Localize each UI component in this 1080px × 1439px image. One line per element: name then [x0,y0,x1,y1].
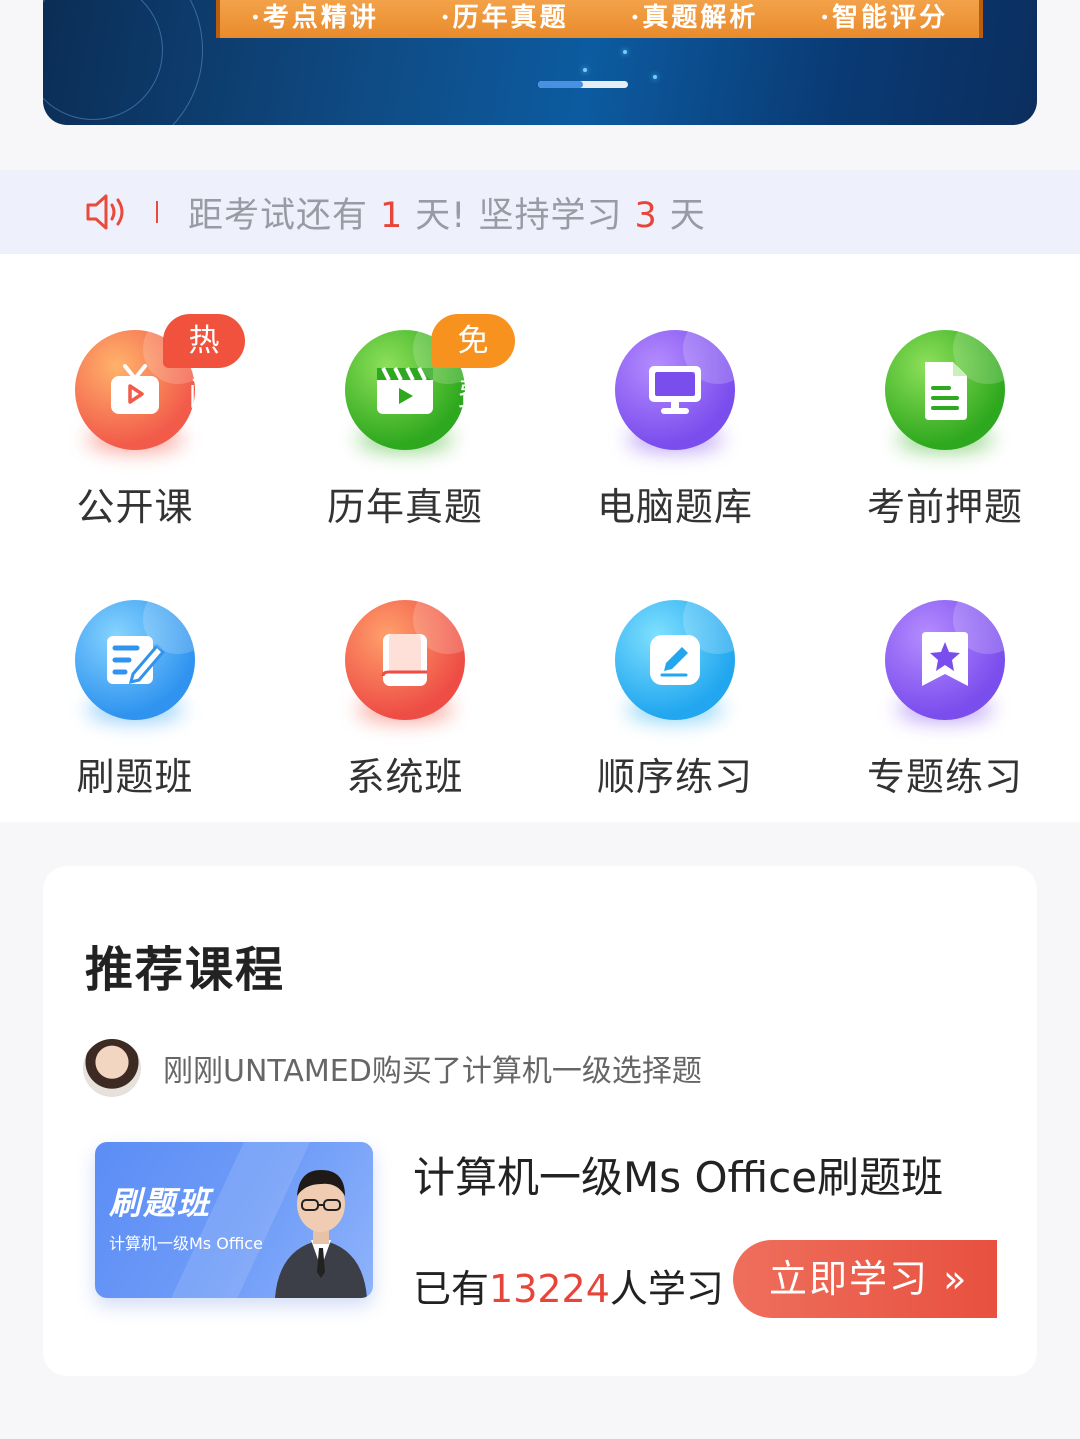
exam-countdown-notice: 距考试还有 1 天! 坚持学习 3 天 [0,170,1080,254]
learner-count: 已有13224人学习 [413,1258,724,1313]
free-tag: 免费 [431,314,515,413]
banner-feature: ·智能评分 [820,2,949,33]
menu-item-past-exams[interactable]: 免费 历年真题 [295,314,515,560]
section-title: 推荐课程 [85,942,286,998]
menu-item-label: 系统班 [346,755,464,799]
learners-prefix: 已有 [413,1267,490,1311]
carousel-indicator-active [538,81,583,88]
notice-suffix: 天 [669,195,706,236]
edit-list-icon [75,600,195,720]
banner-feature: ·真题解析 [630,2,759,33]
book-icon [345,600,465,720]
menu-item-label: 公开课 [76,485,194,529]
banner-decoration [623,50,627,54]
course-thumbnail[interactable]: 刷题班 计算机一级Ms Office [95,1142,373,1298]
banner-area: ·考点精讲 ·历年真题 ·真题解析 ·智能评分 [0,0,1080,170]
banner-decoration [653,75,657,79]
menu-item-open-class[interactable]: 热门 公开课 [25,314,245,560]
avatar [83,1039,141,1097]
menu-item-label: 电脑题库 [596,485,753,529]
carousel-indicator[interactable] [538,81,628,88]
notice-text: 距考试还有 1 天! 坚持学习 3 天 [188,187,706,238]
banner-feature: ·历年真题 [440,2,569,33]
speaker-icon [84,192,132,232]
banner-decoration [583,68,587,72]
study-days: 3 [634,195,658,236]
pencil-icon [615,600,735,720]
menu-item-system-class[interactable]: 系统班 [295,600,515,830]
monitor-icon [615,330,735,450]
menu-item-label: 顺序练习 [596,755,753,799]
menu-item-sequential-practice[interactable]: 顺序练习 [565,600,785,830]
menu-item-label: 专题练习 [866,755,1023,799]
study-now-button[interactable]: 立即学习 » [733,1240,997,1318]
promo-banner[interactable]: ·考点精讲 ·历年真题 ·真题解析 ·智能评分 [43,0,1037,125]
recommended-courses-card: 推荐课程 刚刚UNTAMED购买了计算机一级选择题 刷题班 计算机一级Ms Of… [43,866,1037,1376]
recent-purchase-notice: 刚刚UNTAMED购买了计算机一级选择题 [83,1038,702,1098]
menu-item-label: 历年真题 [326,485,483,529]
star-bookmark-icon [885,600,1005,720]
menu-item-label: 考前押题 [866,485,1023,529]
menu-item-practice-class[interactable]: 刷题班 [25,600,245,830]
menu-item-topic-practice[interactable]: 专题练习 [835,600,1055,830]
document-icon [885,330,1005,450]
learners-number: 13224 [489,1267,610,1311]
notice-prefix: 距考试还有 [188,195,369,236]
purchase-text: 刚刚UNTAMED购买了计算机一级选择题 [163,1054,702,1089]
banner-feature-ribbon: ·考点精讲 ·历年真题 ·真题解析 ·智能评分 [216,0,983,38]
days-to-exam: 1 [380,195,404,236]
course-name[interactable]: 计算机一级Ms Office刷题班 [413,1144,943,1205]
menu-item-computer-question-bank[interactable]: 电脑题库 [565,330,785,560]
hot-tag: 热门 [163,314,245,413]
banner-feature: ·考点精讲 [250,2,379,33]
thumb-title: 刷题班 [109,1184,212,1222]
teacher-photo [275,1170,367,1298]
menu-item-pre-exam-predictions[interactable]: 考前押题 [835,330,1055,560]
notice-divider [156,201,158,223]
menu-item-label: 刷题班 [76,755,194,799]
function-menu-grid: 热门 公开课 免费 历年真题 电脑题库 考前押题 刷题班 系统班 顺序练习 专题… [0,254,1080,822]
notice-middle: 天! 坚持学习 [415,195,623,236]
learners-suffix: 人学习 [609,1267,724,1311]
thumb-subtitle: 计算机一级Ms Office [109,1234,263,1253]
